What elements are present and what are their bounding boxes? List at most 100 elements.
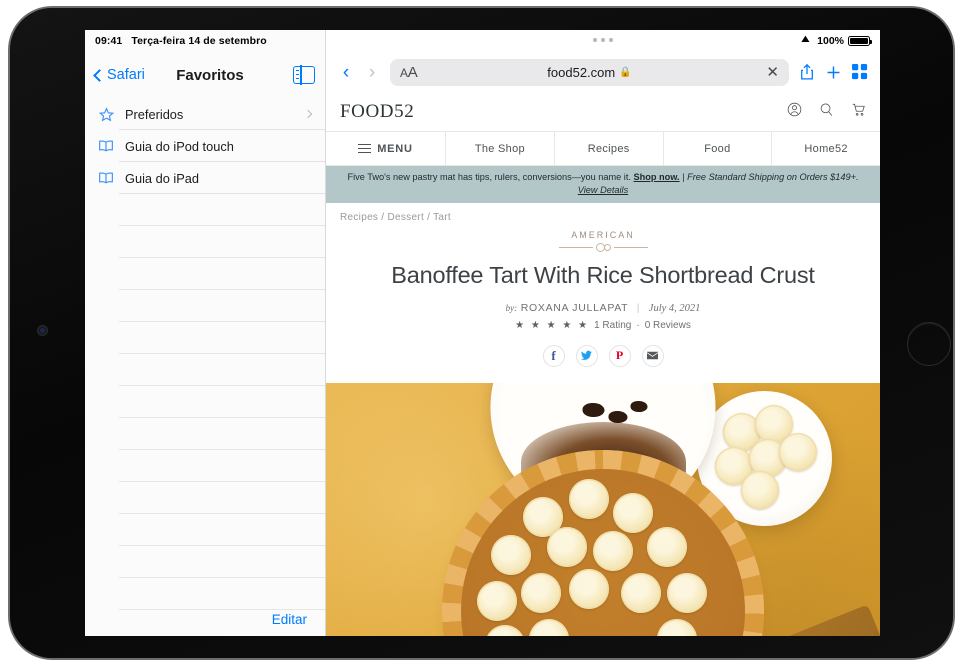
battery-icon: [848, 36, 870, 47]
byline-divider: |: [637, 302, 640, 314]
front-camera: [37, 325, 48, 336]
sidebar-item-preferidos[interactable]: Preferidos: [85, 98, 325, 130]
cart-icon[interactable]: [851, 102, 866, 122]
nav-menu-button[interactable]: MENU: [326, 132, 446, 165]
article-byline: by: ROXANA JULLAPAT | July 4, 2021: [346, 302, 860, 314]
rating-row: ★ ★ ★ ★ ★ 1 Rating · 0 Reviews: [346, 320, 860, 331]
screen: 09:41 Terça-feira 14 de setembro Safari …: [85, 30, 880, 636]
empty-favorite-row: [85, 194, 325, 226]
hero-image: ✕: [326, 383, 880, 636]
email-share-button[interactable]: [642, 345, 664, 367]
author-name[interactable]: ROXANA JULLAPAT: [521, 302, 628, 314]
sidebar-item-guia-ipod-touch[interactable]: Guia do iPod touch: [85, 130, 325, 162]
nav-item-label: The Shop: [475, 143, 525, 155]
search-icon[interactable]: [819, 102, 834, 122]
empty-favorite-row: [85, 482, 325, 514]
ornament-divider: [346, 243, 860, 252]
favorites-list: Preferidos Guia do iPod touch: [85, 98, 325, 610]
book-icon: [95, 171, 117, 185]
address-bar[interactable]: AA food52.com 🔒 ✕: [390, 59, 789, 86]
chevron-left-icon: [93, 69, 106, 82]
book-icon: [95, 139, 117, 153]
promo-banner: Five Two's new pastry mat has tips, rule…: [326, 166, 880, 203]
safari-browser-pane: 100% ‹ › AA food52.com 🔒 ✕: [325, 30, 880, 636]
forward-button[interactable]: ›: [364, 63, 380, 82]
home-button[interactable]: [907, 322, 951, 366]
nav-item-the-shop[interactable]: The Shop: [446, 132, 555, 165]
battery-percent: 100%: [817, 35, 844, 47]
promo-view-details-link[interactable]: View Details: [578, 185, 628, 195]
empty-favorite-row: [85, 546, 325, 578]
status-time: 09:41: [95, 35, 122, 47]
plus-icon[interactable]: [825, 64, 842, 81]
nav-item-label: Food: [704, 143, 730, 155]
review-count[interactable]: 0 Reviews: [645, 320, 691, 331]
status-indicators: 100%: [800, 35, 870, 47]
browser-toolbar: ‹ › AA food52.com 🔒 ✕: [326, 52, 880, 92]
sidebar-item-guia-ipad[interactable]: Guia do iPad: [85, 162, 325, 194]
sidebar-footer: Editar: [85, 602, 325, 636]
site-header-icons: [787, 102, 866, 122]
by-prefix: by:: [506, 303, 518, 313]
promo-shop-now-link[interactable]: Shop now.: [634, 172, 680, 182]
multitasking-grabber[interactable]: [593, 38, 613, 42]
empty-favorite-row: [85, 258, 325, 290]
url-text: food52.com: [547, 65, 615, 80]
pinterest-share-button[interactable]: P: [609, 345, 631, 367]
edit-button[interactable]: Editar: [272, 612, 307, 627]
status-bar-left: 09:41 Terça-feira 14 de setembro: [85, 30, 325, 52]
rating-count: 1 Rating: [594, 320, 631, 331]
twitter-share-button[interactable]: [576, 345, 598, 367]
star-rating[interactable]: ★ ★ ★ ★ ★: [515, 320, 589, 331]
wifi-icon: [800, 36, 813, 46]
status-date: Terça-feira 14 de setembro: [131, 35, 266, 47]
sidebar-item-label: Preferidos: [125, 107, 183, 122]
promo-text-2: Free Standard Shipping on Orders $149+.: [687, 172, 858, 182]
empty-favorite-row: [85, 450, 325, 482]
back-button[interactable]: ‹: [338, 63, 354, 82]
food52-logo[interactable]: FOOD52: [340, 101, 414, 123]
share-buttons: f P: [346, 345, 860, 367]
sidebar-header: Safari Favoritos: [85, 52, 325, 98]
nav-item-recipes[interactable]: Recipes: [555, 132, 664, 165]
status-bar-right: 100%: [326, 30, 880, 52]
nav-item-home52[interactable]: Home52: [772, 132, 880, 165]
promo-divider: |: [682, 172, 684, 182]
sidebar-item-label: Guia do iPod touch: [125, 139, 234, 154]
nav-item-label: Home52: [804, 143, 847, 155]
sidebar-item-label: Guia do iPad: [125, 171, 199, 186]
promo-text-1: Five Two's new pastry mat has tips, rule…: [348, 172, 631, 182]
rating-separator: ·: [636, 320, 639, 331]
empty-favorites-rows: [85, 194, 325, 610]
nav-item-label: Recipes: [588, 143, 630, 155]
site-navigation: MENU The Shop Recipes Food Home52: [326, 132, 880, 166]
chevron-right-icon: [304, 110, 312, 118]
breadcrumb[interactable]: Recipes / Dessert / Tart: [326, 203, 880, 228]
sidebar-toggle-icon[interactable]: [293, 66, 315, 84]
empty-favorite-row: [85, 514, 325, 546]
empty-favorite-row: [85, 386, 325, 418]
nav-item-food[interactable]: Food: [664, 132, 773, 165]
facebook-share-button[interactable]: f: [543, 345, 565, 367]
text-size-button[interactable]: AA: [400, 64, 417, 81]
nav-item-label: MENU: [377, 143, 413, 155]
web-page-content: FOOD52: [326, 92, 880, 636]
hamburger-icon: [358, 144, 371, 153]
empty-favorite-row: [85, 226, 325, 258]
star-icon: [95, 107, 117, 122]
ipad-device: 09:41 Terça-feira 14 de setembro Safari …: [10, 8, 953, 658]
safari-sidebar: 09:41 Terça-feira 14 de setembro Safari …: [85, 30, 325, 636]
page-title: Banoffee Tart With Rice Shortbread Crust: [346, 262, 860, 289]
site-header: FOOD52: [326, 92, 880, 132]
lock-icon: 🔒: [619, 67, 631, 78]
publish-date: July 4, 2021: [649, 303, 701, 314]
share-icon[interactable]: [799, 63, 815, 81]
account-icon[interactable]: [787, 102, 802, 122]
url-display: food52.com 🔒: [390, 65, 789, 80]
clear-url-button[interactable]: ✕: [766, 63, 779, 81]
empty-favorite-row: [85, 354, 325, 386]
empty-favorite-row: [85, 322, 325, 354]
empty-favorite-row: [85, 418, 325, 450]
tab-overview-icon[interactable]: [852, 64, 868, 80]
sidebar-title: Favoritos: [127, 67, 293, 84]
